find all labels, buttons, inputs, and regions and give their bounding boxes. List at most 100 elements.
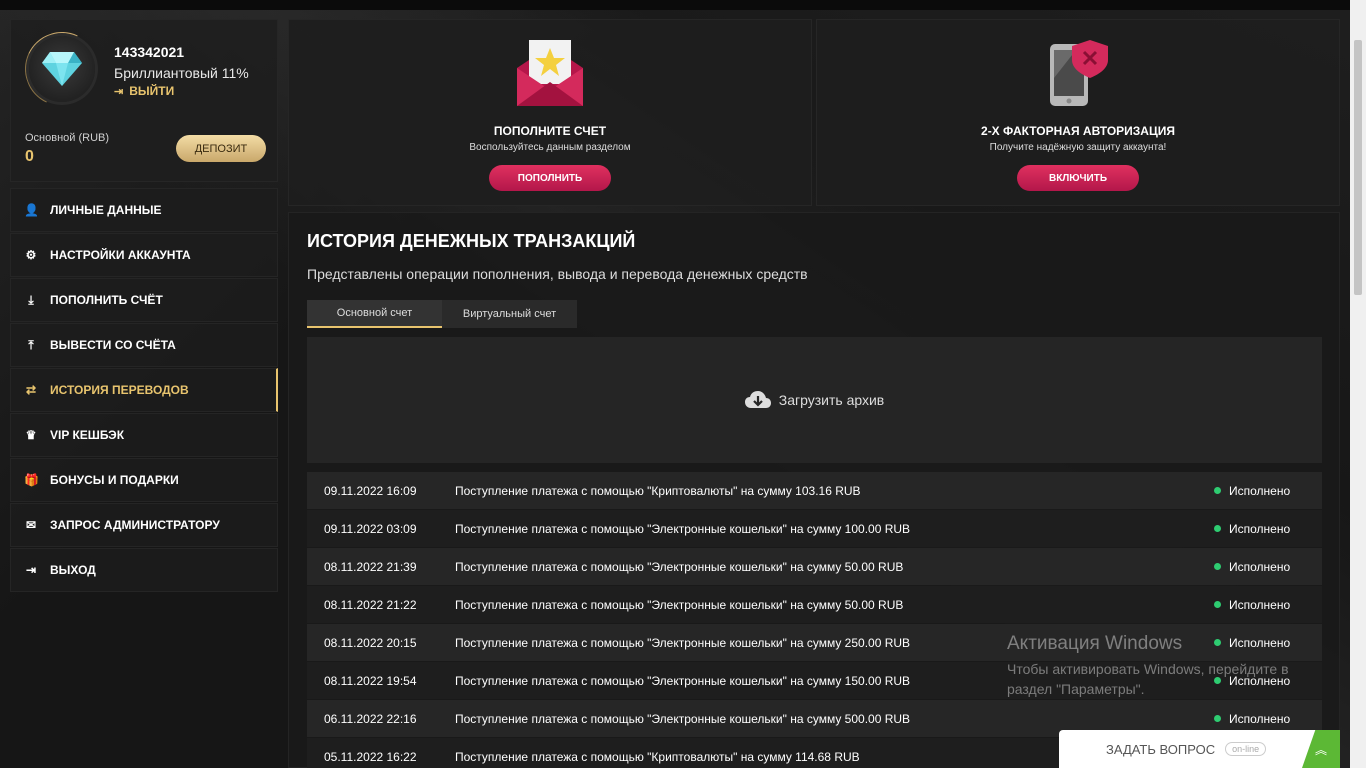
row-date: 08.11.2022 21:39 [324,559,417,574]
deposit-promo-card: ПОПОЛНИТЕ СЧЕТ Воспользуйтесь данным раз… [288,19,812,206]
tab-main-account[interactable]: Основной счет [307,300,442,328]
sidebar-item-personal-data[interactable]: 👤 ЛИЧНЫЕ ДАННЫЕ [10,188,278,232]
row-description: Поступление платежа с помощью "Криптовал… [455,483,861,498]
table-row: 09.11.2022 03:09 Поступление платежа с п… [307,510,1322,547]
upload-icon: ⤒ [28,337,34,352]
sidebar-item-bonuses[interactable]: 🎁 БОНУСЫ И ПОДАРКИ [10,458,278,502]
crown-icon: ♛ [25,428,37,442]
sidebar-item-exit[interactable]: ⇥ ВЫХОД [10,548,278,592]
status-label: Исполнено [1229,597,1291,612]
enable-2fa-button[interactable]: ВКЛЮЧИТЬ [1017,165,1139,191]
row-description: Поступление платежа с помощью "Электронн… [455,521,911,536]
card-subtitle: Воспользуйтесь данным разделом [469,142,631,153]
page-subtitle: Представлены операции пополнения, вывода… [307,266,808,282]
diamond-icon [42,52,82,86]
row-status: Исполнено [1214,560,1322,574]
sidebar-item-label: ПОПОЛНИТЬ СЧЁТ [50,293,163,307]
page-scrollbar[interactable] [1350,0,1366,768]
tab-virtual-account[interactable]: Виртуальный счет [442,300,577,328]
sidebar-item-admin-request[interactable]: ✉ ЗАПРОС АДМИНИСТРАТОРУ [10,503,278,547]
sidebar-item-account-settings[interactable]: ⚙ НАСТРОЙКИ АККАУНТА [10,233,278,277]
envelope-icon: ✉ [25,518,37,532]
card-title: ПОПОЛНИТЕ СЧЕТ [493,124,607,138]
sidebar-item-label: НАСТРОЙКИ АККАУНТА [50,248,191,262]
page-title: ИСТОРИЯ ДЕНЕЖНЫХ ТРАНЗАКЦИЙ [307,231,636,251]
table-row: 08.11.2022 21:39 Поступление платежа с п… [307,548,1322,585]
user-plus-icon: 👤 [24,203,39,217]
sidebar-item-label: БОНУСЫ И ПОДАРКИ [50,473,179,487]
sidebar-item-label: ВЫВЕСТИ СО СЧЁТА [50,338,176,352]
sidebar-item-label: ЗАПРОС АДМИНИСТРАТОРУ [50,518,220,532]
download-archive-button[interactable]: Загрузить архив [307,337,1322,463]
balance-value: 0 [25,148,34,165]
row-status: Исполнено [1214,522,1322,536]
row-description: Поступление платежа с помощью "Электронн… [455,711,911,726]
logout-link[interactable]: ⇥ ВЫЙТИ [114,84,174,98]
windows-activation-watermark: Активация Windows Чтобы активировать Win… [1007,633,1327,699]
envelope-star-icon [517,40,583,106]
sign-out-icon: ⇥ [114,85,124,98]
archive-label: Загрузить архив [778,392,885,408]
row-date: 08.11.2022 20:15 [324,635,417,650]
watermark-title: Активация Windows [1007,633,1183,654]
row-status: Исполнено [1214,712,1322,726]
status-dot-icon [1214,563,1221,570]
account-tabs: Основной счет Виртуальный счет [307,300,577,328]
sidebar-item-label: ИСТОРИЯ ПЕРЕВОДОВ [50,383,189,397]
top-bar [0,0,1350,10]
profile-card: 143342021 Бриллиантовый 11% ⇥ ВЫЙТИ Осно… [10,19,278,182]
transactions-table: 09.11.2022 16:09 Поступление платежа с п… [307,472,1322,768]
loyalty-level: Бриллиантовый 11% [114,65,249,81]
sidebar-item-vip-cashback[interactable]: ♛ VIP КЕШБЭК [10,413,278,457]
exchange-icon: ⇄ [25,383,37,397]
gift-icon: 🎁 [24,473,39,487]
row-status: Исполнено [1214,484,1322,498]
status-dot-icon [1214,525,1221,532]
twofa-promo-card: 2-Х ФАКТОРНАЯ АВТОРИЗАЦИЯ Получите надёж… [816,19,1340,206]
sidebar-item-label: ВЫХОД [50,563,96,577]
sidebar-item-deposit[interactable]: ⤓ ПОПОЛНИТЬ СЧЁТ [10,278,278,322]
cloud-download-icon [744,391,771,408]
sidebar-menu: 👤 ЛИЧНЫЕ ДАННЫЕ ⚙ НАСТРОЙКИ АККАУНТА ⤓ П… [10,188,278,593]
row-date: 09.11.2022 16:09 [324,483,417,498]
watermark-text: Чтобы активировать Windows, перейдите в … [1007,661,1289,697]
row-date: 08.11.2022 21:22 [324,597,417,612]
sidebar-item-label: VIP КЕШБЭК [50,428,125,442]
sidebar-item-withdraw[interactable]: ⤒ ВЫВЕСТИ СО СЧЁТА [10,323,278,367]
online-badge: on-line [1225,742,1267,756]
row-description: Поступление платежа с помощью "Электронн… [455,597,904,612]
status-dot-icon [1214,715,1221,722]
status-label: Исполнено [1229,521,1291,536]
sign-out-icon: ⇥ [25,563,37,577]
download-icon: ⤓ [28,292,34,307]
row-date: 09.11.2022 03:09 [324,521,417,536]
ask-question-widget[interactable]: ЗАДАТЬ ВОПРОС on-line ︽ [1059,730,1340,768]
row-date: 06.11.2022 22:16 [324,711,417,726]
card-subtitle: Получите надёжную защиту аккаунта! [989,142,1167,153]
row-status: Исполнено [1214,598,1322,612]
status-label: Исполнено [1229,711,1291,726]
table-row: 08.11.2022 21:22 Поступление платежа с п… [307,586,1322,623]
card-title: 2-Х ФАКТОРНАЯ АВТОРИЗАЦИЯ [981,124,1175,138]
logout-label: ВЫЙТИ [129,84,175,98]
user-id: 143342021 [114,44,185,60]
status-dot-icon [1214,601,1221,608]
scrollbar-thumb[interactable] [1354,40,1362,295]
chevron-up-icon[interactable]: ︽ [1302,730,1340,768]
row-date: 08.11.2022 19:54 [324,673,417,688]
phone-shield-icon [1050,40,1108,106]
sidebar-item-label: ЛИЧНЫЕ ДАННЫЕ [50,203,162,217]
status-dot-icon [1214,487,1221,494]
row-description: Поступление платежа с помощью "Электронн… [455,559,904,574]
table-row: 09.11.2022 16:09 Поступление платежа с п… [307,472,1322,509]
status-label: Исполнено [1229,483,1291,498]
avatar [29,36,95,102]
ask-question-label: ЗАДАТЬ ВОПРОС [1106,741,1216,757]
deposit-card-button[interactable]: ПОПОЛНИТЬ [489,165,611,191]
sidebar-item-transfer-history[interactable]: ⇄ ИСТОРИЯ ПЕРЕВОДОВ [10,368,278,412]
deposit-button[interactable]: ДЕПОЗИТ [176,135,266,162]
status-label: Исполнено [1229,559,1291,574]
balance-label: Основной (RUB) [25,132,110,144]
gears-icon: ⚙ [25,248,37,262]
row-date: 05.11.2022 16:22 [324,749,417,764]
